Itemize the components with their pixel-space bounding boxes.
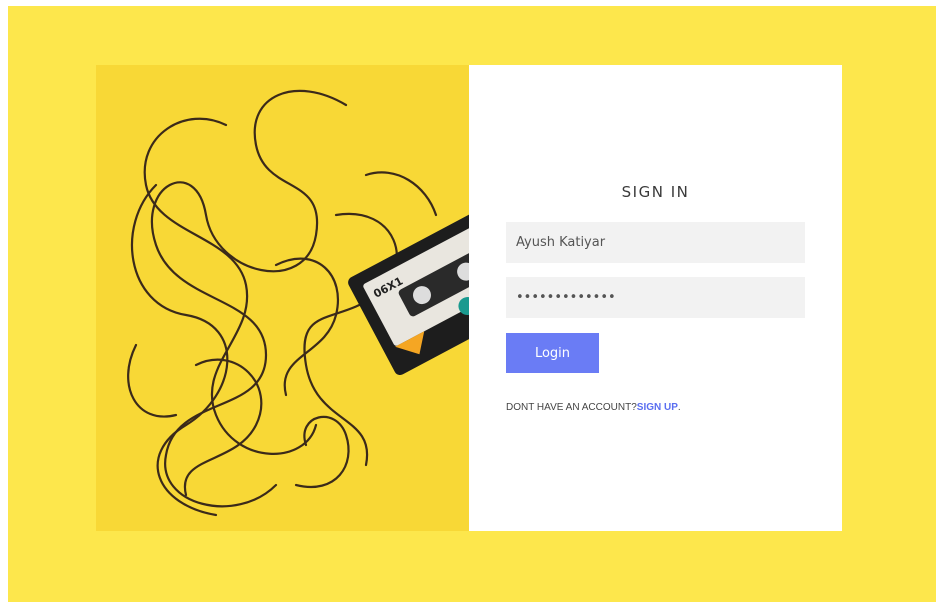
signup-prompt-row: DONT HAVE AN ACCOUNT?SIGN UP.: [506, 402, 681, 413]
login-form-panel: SIGN IN Login DONT HAVE AN ACCOUNT?SIGN …: [469, 65, 842, 531]
cassette-illustration: 06X1: [127, 89, 469, 517]
cassette-tape-image: 06X1: [96, 65, 469, 531]
username-input[interactable]: [506, 222, 805, 263]
login-button[interactable]: Login: [506, 333, 599, 373]
page-title: SIGN IN: [621, 183, 690, 201]
password-input[interactable]: [506, 277, 805, 318]
login-card: 06X1 SIGN IN Login DONT HAVE AN ACCOUNT?…: [96, 65, 842, 531]
signup-prompt: DONT HAVE AN ACCOUNT?: [506, 402, 637, 413]
signup-suffix: .: [677, 402, 681, 413]
signup-link[interactable]: SIGN UP: [637, 402, 678, 413]
